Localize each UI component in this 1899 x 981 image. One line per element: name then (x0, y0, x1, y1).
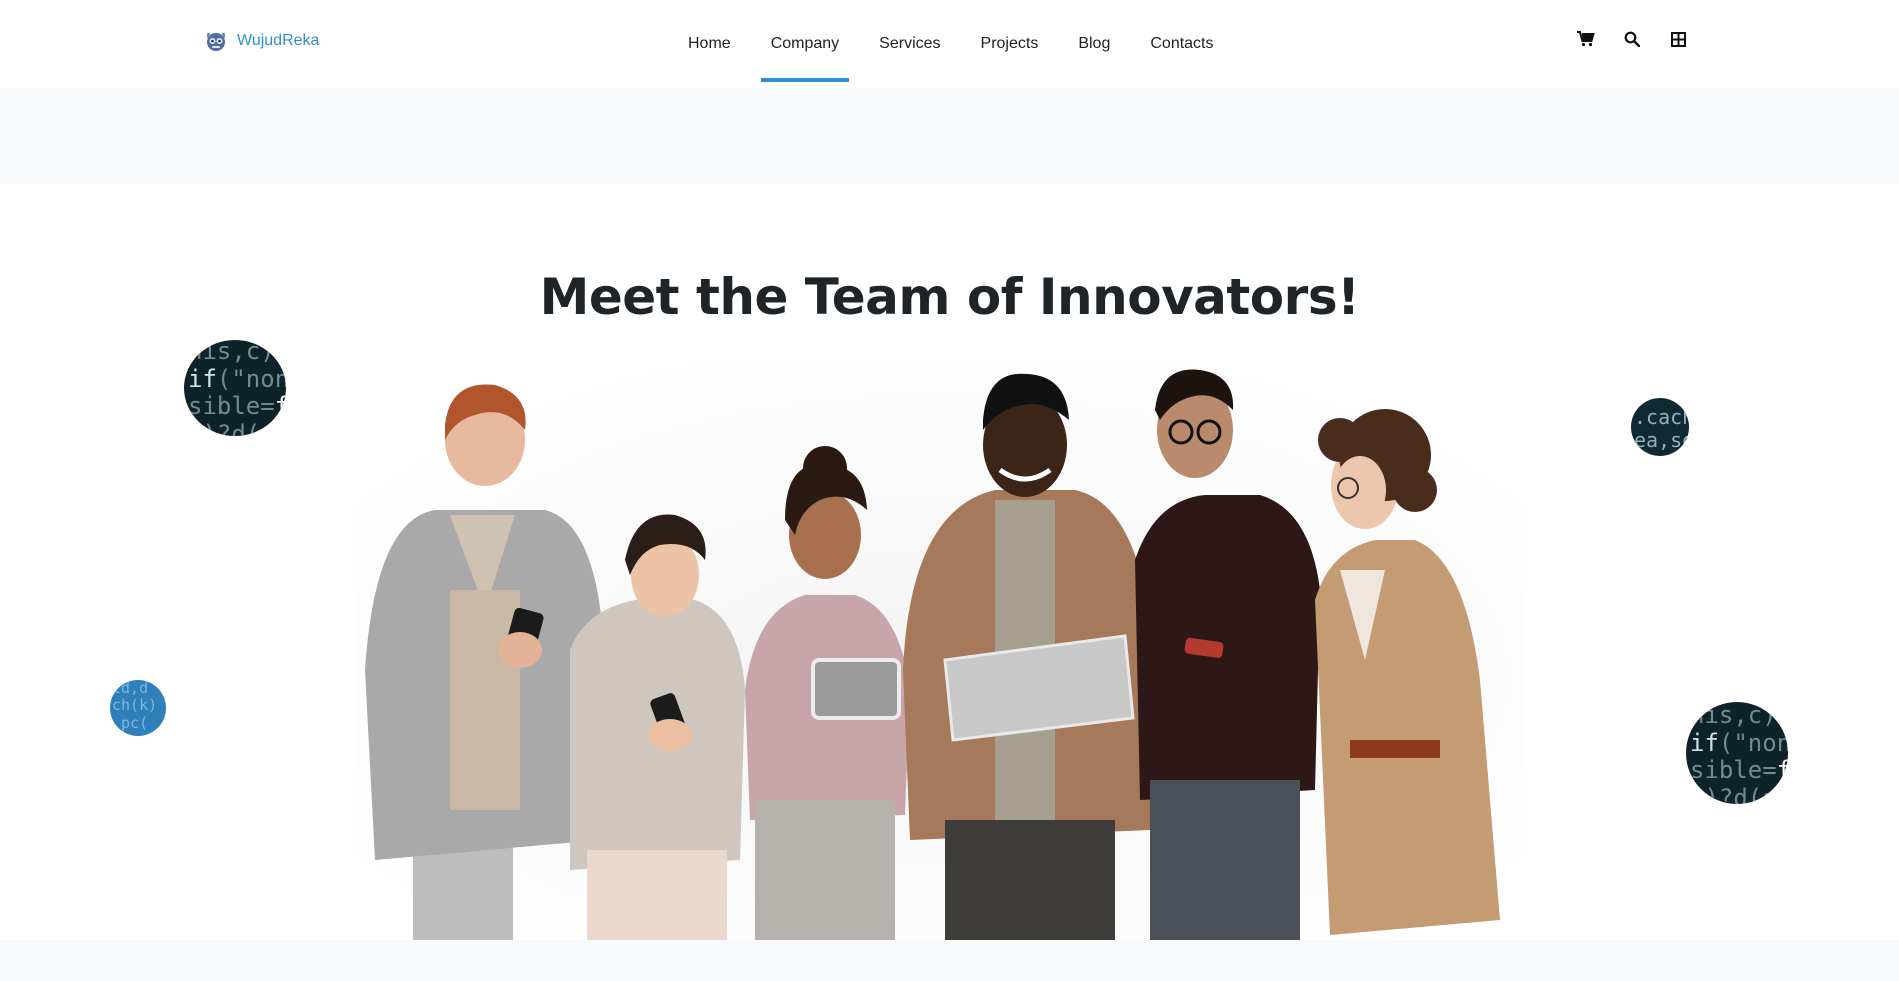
header-tools (1575, 26, 1689, 52)
page-title-band (0, 88, 1899, 184)
brand-name: WujudReka (237, 32, 320, 49)
site-header: WujudReka Home Company Services Projects… (0, 0, 1899, 88)
nav-contacts[interactable]: Contacts (1130, 0, 1233, 88)
section-heading: Meet the Team of Innovators! (539, 268, 1360, 326)
nav-projects[interactable]: Projects (961, 0, 1059, 88)
nav-home[interactable]: Home (668, 0, 751, 88)
bottom-band (0, 940, 1899, 981)
main-nav: Home Company Services Projects Blog Cont… (668, 0, 1234, 88)
team-photo (355, 360, 1525, 940)
code-bubble-decoration: nis,c) if("none sible=fu e)?d(a (184, 340, 286, 436)
grid-icon[interactable] (1667, 26, 1689, 52)
code-bubble-decoration: ld,d ch(k) .pc( (110, 680, 166, 736)
nav-blog[interactable]: Blog (1058, 0, 1130, 88)
code-bubble-decoration: .cach ea,se (1631, 398, 1689, 456)
nav-services[interactable]: Services (859, 0, 960, 88)
search-icon[interactable] (1621, 26, 1643, 52)
code-bubble-decoration: nis,c) if("none sible=fu e)?d(a (1686, 702, 1788, 804)
nav-company[interactable]: Company (751, 0, 859, 88)
cart-icon[interactable] (1575, 26, 1597, 52)
robot-logo-icon (203, 28, 229, 54)
brand-logo[interactable]: WujudReka (203, 28, 319, 54)
